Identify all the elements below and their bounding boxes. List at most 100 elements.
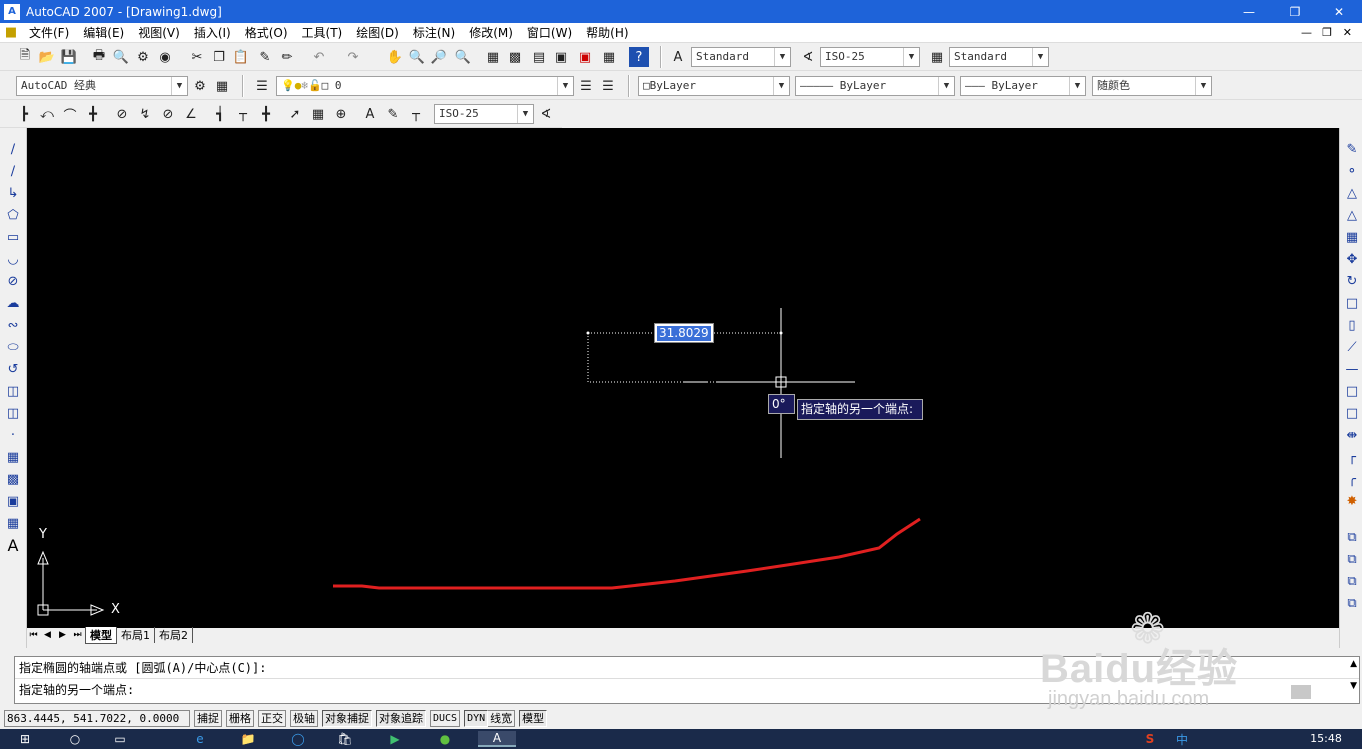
store-icon[interactable]: 🛍 (335, 731, 355, 747)
stretch-icon[interactable]: ▯ (1343, 316, 1361, 334)
make-block-icon[interactable]: ◫ (4, 404, 22, 422)
ellipse-icon[interactable]: ⬭ (4, 338, 22, 356)
publish-icon[interactable]: ⚙ (133, 47, 153, 67)
doc-close-button[interactable]: ✕ (1343, 26, 1352, 39)
menu-view[interactable]: 视图(V) (131, 24, 187, 41)
quick-dim-icon[interactable]: ┪ (210, 104, 230, 124)
scroll-down-icon[interactable]: ▼ (1350, 681, 1357, 691)
save-icon[interactable]: 💾 (59, 47, 79, 67)
dim-baseline-icon[interactable]: ┬ (233, 104, 253, 124)
tab-model[interactable]: 模型 (85, 626, 117, 644)
dim-edit-icon[interactable]: A (360, 104, 380, 124)
color-select[interactable]: □ByLayer ▼ (638, 76, 790, 96)
windows-start-icon[interactable]: ⊞ (15, 731, 35, 747)
tab-layout1[interactable]: 布局1 (117, 627, 155, 643)
ducs-toggle[interactable]: DUCS (430, 709, 461, 727)
app-icon[interactable]: ● (435, 731, 455, 747)
dim-style-manager-icon[interactable]: ∢ (536, 104, 556, 124)
layer-properties-icon[interactable]: ☰ (252, 76, 272, 96)
zoom-window-icon[interactable]: 🔎 (429, 47, 449, 67)
chamfer-icon[interactable]: ┌ (1343, 448, 1361, 466)
menu-tools[interactable]: 工具(T) (295, 24, 350, 41)
dim-style-select[interactable]: ISO-25 ▼ (820, 47, 920, 67)
menu-insert[interactable]: 插入(I) (187, 24, 238, 41)
polygon-icon[interactable]: ⬠ (4, 206, 22, 224)
paste-icon[interactable]: 📋 (231, 47, 251, 67)
tab-first-icon[interactable]: ⏮ (27, 630, 40, 640)
menu-dimension[interactable]: 标注(N) (406, 24, 462, 41)
menu-edit[interactable]: 编辑(E) (76, 24, 131, 41)
doc-restore-button[interactable]: ❐ (1322, 26, 1332, 39)
polyline-curve[interactable] (333, 517, 921, 590)
circle-icon[interactable]: ⊘ (4, 272, 22, 290)
line-icon[interactable]: ∕ (4, 140, 22, 158)
draworder-above-icon[interactable]: ⧉ (1343, 572, 1361, 590)
properties-icon[interactable]: ▦ (483, 47, 503, 67)
center-mark-icon[interactable]: ⊕ (331, 104, 351, 124)
spline-icon[interactable]: ∾ (4, 316, 22, 334)
grid-toggle[interactable]: 栅格 (226, 709, 254, 727)
arc-icon[interactable]: ◡ (4, 250, 22, 268)
calculator-icon[interactable]: ▦ (599, 47, 619, 67)
menu-draw[interactable]: 绘图(D) (349, 24, 406, 41)
autocad-taskbar-icon[interactable]: A (478, 731, 516, 747)
array-icon[interactable]: ▦ (1343, 228, 1361, 246)
hatch-icon[interactable]: ▦ (4, 448, 22, 466)
new-icon[interactable]: 🗎 (15, 47, 35, 67)
explode-icon[interactable]: ✸ (1343, 492, 1361, 510)
trim-icon[interactable]: ⟋ (1343, 338, 1361, 356)
match-properties-icon[interactable]: ✎ (255, 47, 275, 67)
layer-previous-icon[interactable]: ☰ (598, 76, 618, 96)
ellipse-arc-icon[interactable]: ↺ (4, 360, 22, 378)
lineweight-select[interactable]: ——— ByLayer ▼ (960, 76, 1086, 96)
tolerance-icon[interactable]: ▦ (308, 104, 328, 124)
text-style-select[interactable]: Standard ▼ (691, 47, 791, 67)
move-icon[interactable]: ✥ (1343, 250, 1361, 268)
task-view-icon[interactable]: ▭ (110, 731, 130, 747)
sheet-set-icon[interactable]: ▣ (551, 47, 571, 67)
scroll-up-icon[interactable]: ▲ (1350, 659, 1357, 669)
restore-button[interactable]: ❐ (1272, 0, 1318, 23)
dim-text-edit-icon[interactable]: ✎ (383, 104, 403, 124)
dyn-toggle[interactable]: DYN (464, 709, 489, 727)
mirror-icon[interactable]: △ (1343, 184, 1361, 202)
make-current-layer-icon[interactable]: ☰ (576, 76, 596, 96)
block-editor-icon[interactable]: ✏ (277, 47, 297, 67)
copy-object-icon[interactable]: ⚬ (1343, 162, 1361, 180)
zoom-previous-icon[interactable]: 🔍 (453, 47, 473, 67)
zoom-realtime-icon[interactable]: 🔍 (407, 47, 427, 67)
dim-update-icon[interactable]: ┬ (406, 104, 426, 124)
coordinate-display[interactable]: 863.4445, 541.7022, 0.0000 (4, 709, 190, 727)
open-icon[interactable]: 📂 (37, 47, 57, 67)
gradient-icon[interactable]: ▩ (4, 470, 22, 488)
search-icon[interactable]: ○ (65, 731, 85, 747)
workspace-settings-icon[interactable]: ⚙ (190, 76, 210, 96)
multiline-text-icon[interactable]: A (4, 536, 22, 555)
extend-icon[interactable]: — (1343, 360, 1361, 378)
command-window[interactable]: 指定椭圆的轴端点或 [圆弧(A)/中心点(C)]: 指定轴的另一个端点: ▲ ▼ (14, 656, 1360, 704)
dim-arc-icon[interactable]: ⌒ (60, 104, 80, 124)
draworder-back-icon[interactable]: ⧉ (1343, 550, 1361, 568)
menu-modify[interactable]: 修改(M) (462, 24, 520, 41)
lineweight-toggle[interactable]: 线宽 (488, 709, 516, 727)
file-explorer-icon[interactable]: 📁 (238, 731, 258, 747)
tab-last-icon[interactable]: ⏭ (70, 630, 85, 640)
tab-layout2[interactable]: 布局2 (155, 627, 193, 643)
pan-icon[interactable]: ✋ (385, 47, 405, 67)
plot-icon[interactable]: 🖶 (89, 47, 109, 67)
angle-input-field[interactable]: 0° (768, 394, 795, 414)
menu-window[interactable]: 窗口(W) (520, 24, 579, 41)
draworder-front-icon[interactable]: ⧉ (1343, 528, 1361, 546)
cut-icon[interactable]: ✂ (187, 47, 207, 67)
edge-icon[interactable]: e (190, 731, 210, 747)
tab-next-icon[interactable]: ▶ (55, 630, 70, 640)
ime-mode[interactable]: 中 (1172, 731, 1192, 747)
insert-block-icon[interactable]: ◫ (4, 382, 22, 400)
layer-select[interactable]: 💡●❄🔓□ 0 ▼ (276, 76, 574, 96)
table-style-select[interactable]: Standard ▼ (949, 47, 1049, 67)
dim-ordinate-icon[interactable]: ╋ (83, 104, 103, 124)
help-icon[interactable]: ? (629, 47, 649, 67)
doc-minimize-button[interactable]: — (1301, 26, 1312, 39)
dim-continue-icon[interactable]: ╋ (256, 104, 276, 124)
tab-prev-icon[interactable]: ◀ (40, 630, 55, 640)
